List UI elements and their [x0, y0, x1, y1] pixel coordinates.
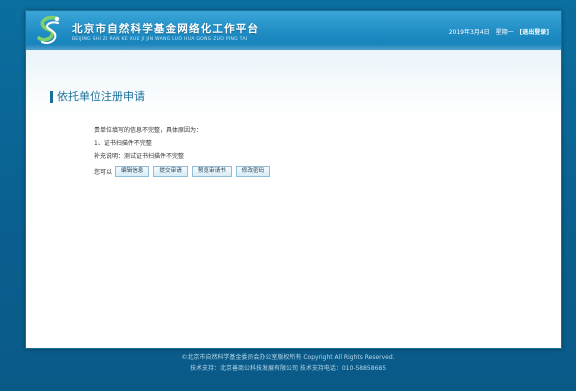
- site-header: 北京市自然科学基金网络化工作平台 BEIJING SHI ZI RAN KE X…: [26, 11, 561, 50]
- current-date: 2019年3月4日: [448, 29, 490, 36]
- current-weekday: 星期一: [495, 29, 514, 36]
- action-bar: 您可以 编辑信息 提交审请 预览审请书 修改密码: [94, 166, 274, 177]
- footer-support: 技术支持：北京善商公科技发展有限公司 技术支持电话：010-58858685: [189, 365, 387, 372]
- reason-item: 1、证书扫描件不完整: [94, 140, 152, 147]
- content-area: 依托单位注册申请 贵单位填写的信息不完整，具体原因为： 1、证书扫描件不完整 补…: [26, 50, 561, 348]
- edit-info-button[interactable]: 编辑信息: [115, 166, 150, 177]
- preview-application-button[interactable]: 预览审请书: [191, 166, 232, 177]
- submit-application-button[interactable]: 提交审请: [153, 166, 188, 177]
- main-window: 北京市自然科学基金网络化工作平台 BEIJING SHI ZI RAN KE X…: [25, 10, 562, 349]
- footer-copyright: ©北京市自然科学基金委员会办公室版权所有 Copyright All Right…: [181, 354, 395, 361]
- site-subtitle: BEIJING SHI ZI RAN KE XUE JI JIN WANG LU…: [72, 37, 248, 42]
- incomplete-info-notice: 贵单位填写的信息不完整，具体原因为：: [94, 127, 203, 134]
- change-password-button[interactable]: 修改密码: [235, 166, 271, 177]
- action-lead-text: 您可以: [94, 169, 113, 176]
- supplement-note: 补充说明：测试证书扫描件不完整: [94, 153, 185, 160]
- foundation-logo-icon: [34, 14, 64, 46]
- site-title: 北京市自然科学基金网络化工作平台: [72, 23, 260, 35]
- header-status: 2019年3月4日 星期一 [退出登录]: [449, 27, 549, 36]
- page-title: 依托单位注册申请: [50, 91, 145, 103]
- logout-link[interactable]: [退出登录]: [520, 29, 550, 36]
